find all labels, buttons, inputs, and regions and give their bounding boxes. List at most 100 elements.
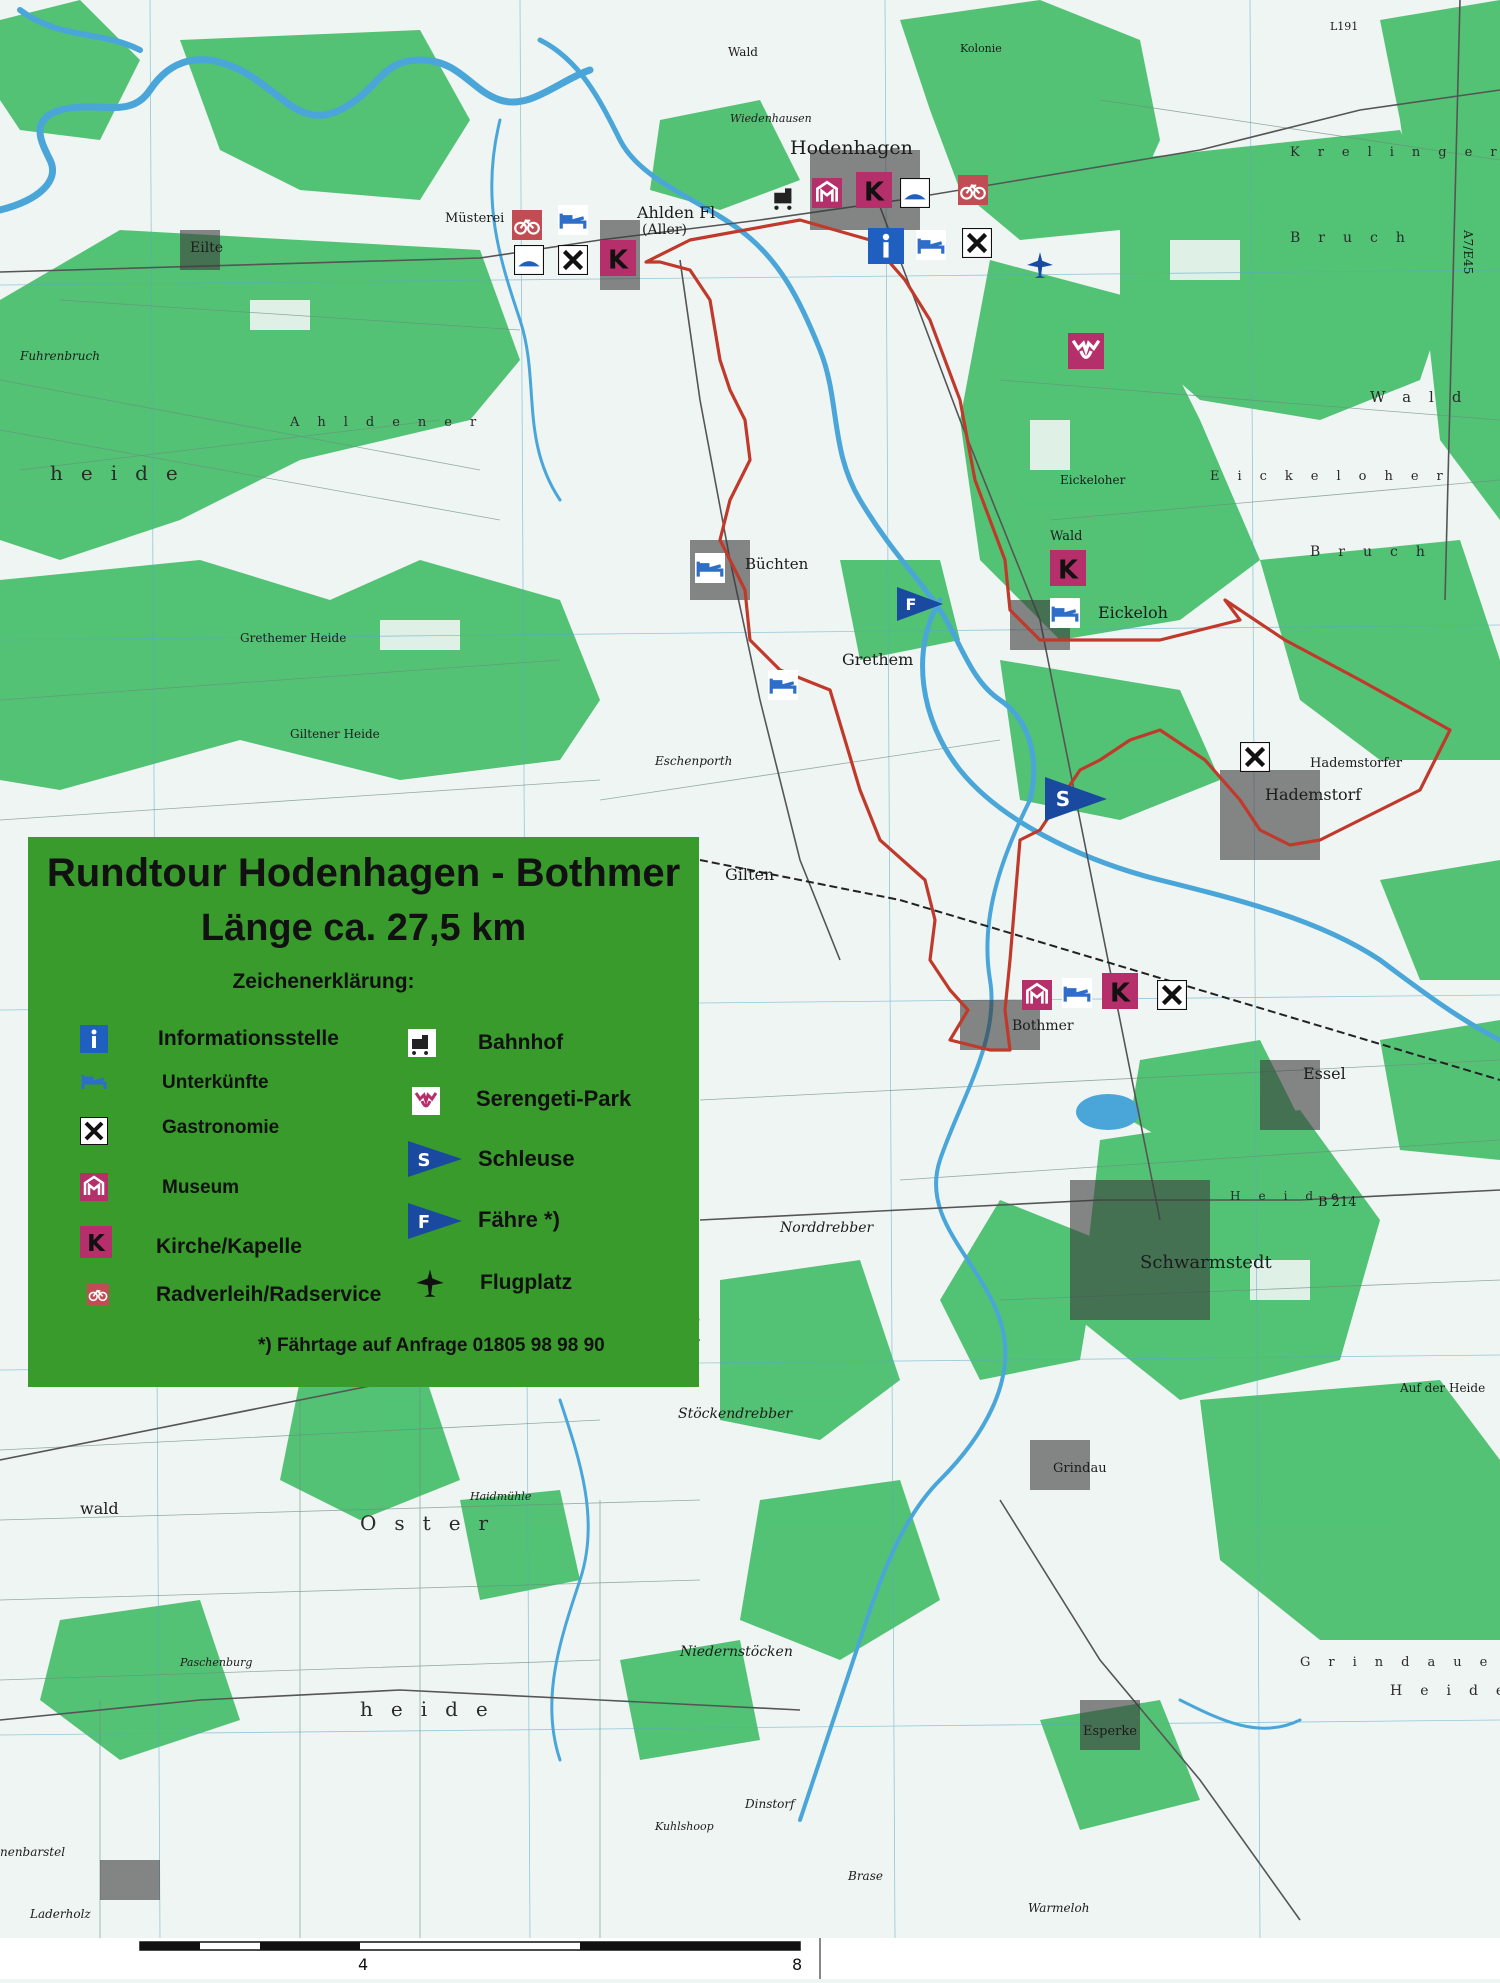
bath-icon[interactable]	[514, 245, 544, 275]
label-essel: Essel	[1303, 1064, 1346, 1083]
label-eickeloh: Eickeloh	[1098, 603, 1168, 622]
label-brase: Brase	[847, 1869, 883, 1883]
ferry-icon: F	[406, 1201, 464, 1241]
church-icon: K	[80, 1225, 112, 1259]
label-b214: B 214	[1318, 1195, 1357, 1210]
label-eickeloher-1: Eickeloher	[1060, 473, 1126, 487]
label-wald-3: wald	[80, 1499, 119, 1518]
legend-label-airport: Flugplatz	[480, 1271, 573, 1294]
label-norddrebber: Norddrebber	[779, 1220, 874, 1236]
info-icon	[80, 1025, 108, 1053]
svg-text:K: K	[864, 177, 885, 207]
label-hodenhagen: Hodenhagen	[790, 137, 913, 159]
label-grethemer-heide: Grethemer Heide	[240, 631, 346, 645]
legend-label-church: Kirche/Kapelle	[156, 1235, 302, 1258]
bed-icon[interactable]	[916, 230, 946, 260]
label-haidmuehle: Haidmühle	[469, 1490, 532, 1503]
label-heide-3: Heide	[1390, 1683, 1500, 1699]
label-grindauer: Grindauer	[1300, 1655, 1500, 1670]
church-icon[interactable]: K	[856, 172, 892, 208]
church-icon[interactable]: K	[1102, 973, 1138, 1009]
gastronomy-icon[interactable]	[962, 228, 992, 258]
label-fuhrenbruch: Fuhrenbruch	[19, 349, 100, 363]
label-kuhlshoop: Kuhlshoop	[654, 1820, 714, 1833]
gastronomy-icon[interactable]	[558, 245, 588, 275]
label-warmeloh: Warmeloh	[1028, 1901, 1089, 1915]
legend-label-gastronomy: Gastronomie	[162, 1117, 280, 1138]
label-dinstorf: Dinstorf	[744, 1797, 797, 1811]
scale-bar: 4 8	[0, 1938, 1500, 1979]
info-icon[interactable]	[868, 228, 904, 264]
lock-icon: S	[406, 1139, 464, 1179]
label-wald-2: Wald	[1370, 388, 1479, 406]
bed-icon[interactable]	[768, 670, 798, 700]
train-icon[interactable]	[770, 182, 800, 212]
label-muesterei: Müsterei	[445, 211, 504, 226]
svg-text:S: S	[418, 1150, 431, 1171]
bed-icon[interactable]	[695, 553, 725, 583]
svg-text:F: F	[906, 595, 917, 614]
label-wald-1: Wald	[728, 45, 758, 59]
label-esperke: Esperke	[1083, 1724, 1137, 1739]
svg-text:K: K	[1058, 555, 1079, 585]
label-paschenburg: Paschenburg	[179, 1656, 252, 1669]
legend-label-accommodation: Unterkünfte	[162, 1072, 269, 1093]
label-gilten: Gilten	[725, 865, 774, 884]
legend-label-ferry: Fähre *)	[478, 1207, 560, 1232]
label-giltener-heide: Giltener Heide	[290, 727, 380, 741]
museum-icon[interactable]	[1022, 980, 1052, 1010]
label-hademstorf: Hademstorf	[1265, 785, 1362, 804]
legend-label-train: Bahnhof	[478, 1031, 564, 1054]
legend-label-serengeti: Serengeti-Park	[476, 1086, 632, 1111]
church-icon[interactable]: K	[1050, 550, 1086, 586]
label-bruch-1: Bruch	[1290, 230, 1423, 246]
label-wald-4: Wald	[1050, 529, 1082, 544]
bed-icon[interactable]	[1062, 978, 1092, 1008]
serengeti-icon	[412, 1087, 440, 1115]
legend-length: Länge ca. 27,5 km	[200, 907, 527, 949]
label-krelinger: Krelinger	[1290, 145, 1500, 160]
bath-icon[interactable]	[900, 178, 930, 208]
scale-tick-8: 8	[792, 1955, 802, 1974]
museum-icon	[80, 1173, 108, 1201]
svg-text:K: K	[87, 1231, 106, 1257]
label-eschenporth: Eschenporth	[654, 754, 732, 768]
serengeti-icon[interactable]	[1068, 333, 1104, 369]
label-ahlden: Ahlden Fl	[636, 203, 715, 222]
label-heide-2: heide	[360, 1697, 506, 1721]
legend-footnote: *) Fährtage auf Anfrage 01805 98 98 90	[258, 1335, 605, 1356]
church-icon[interactable]: K	[600, 240, 636, 276]
label-grethem: Grethem	[842, 650, 913, 669]
scale-tick-4: 4	[358, 1955, 368, 1974]
label-eickeloher-2: Eickeloher	[1210, 469, 1461, 484]
airport-icon[interactable]	[1025, 250, 1055, 280]
bed-icon[interactable]	[1050, 598, 1080, 628]
ferry-icon[interactable]: F	[895, 585, 945, 623]
gastronomy-icon	[80, 1117, 108, 1145]
lake	[1076, 1094, 1140, 1130]
bed-icon[interactable]	[558, 205, 588, 235]
gastronomy-icon[interactable]	[1240, 742, 1270, 772]
gastronomy-icon[interactable]	[1157, 980, 1187, 1010]
label-nenbarstel: nenbarstel	[0, 1845, 65, 1859]
label-hademstorfer: Hademstorfer	[1310, 756, 1403, 771]
bicycle-icon[interactable]	[958, 175, 988, 205]
svg-text:F: F	[418, 1212, 430, 1233]
legend-label-museum: Museum	[162, 1177, 240, 1198]
bicycle-icon	[86, 1283, 110, 1305]
label-ahldener: Ahldener	[289, 415, 494, 430]
legend-label-lock: Schleuse	[478, 1146, 575, 1171]
label-buechten: Büchten	[745, 555, 809, 573]
legend-heading: Zeichenerklärung:	[232, 970, 415, 993]
label-l191: L191	[1330, 20, 1358, 33]
bicycle-icon[interactable]	[512, 210, 542, 240]
label-bruch-2: Bruch	[1310, 544, 1443, 560]
legend-label-info: Informationsstelle	[158, 1027, 339, 1050]
svg-text:K: K	[608, 245, 629, 275]
svg-text:K: K	[1110, 978, 1131, 1008]
label-stoeckendrebber: Stöckendrebber	[678, 1406, 793, 1422]
train-icon	[408, 1029, 436, 1057]
label-wiedenhausen: Wiedenhausen	[730, 112, 812, 125]
lock-icon[interactable]: S	[1043, 775, 1109, 823]
museum-icon[interactable]	[812, 178, 842, 208]
